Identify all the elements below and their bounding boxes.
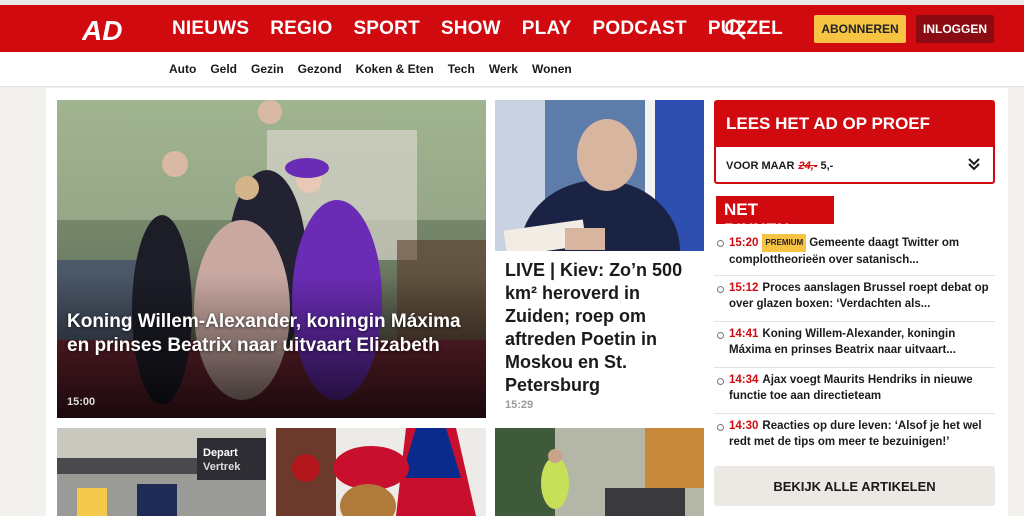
thumb-street-photo bbox=[495, 428, 704, 516]
bullet-circle-icon bbox=[717, 424, 724, 431]
bullet-circle-icon bbox=[717, 378, 724, 385]
subnav-wonen[interactable]: Wonen bbox=[532, 62, 572, 76]
main-nav: NIEUWS REGIO SPORT SHOW PLAY PODCAST PUZ… bbox=[172, 5, 804, 52]
item-time: 14:30 bbox=[729, 420, 759, 432]
promo-price: VOOR MAAR 24,- 5,- bbox=[726, 160, 833, 172]
subnav-auto[interactable]: Auto bbox=[169, 62, 196, 76]
item-time: 14:41 bbox=[729, 328, 759, 340]
subnav-gezond[interactable]: Gezond bbox=[298, 62, 342, 76]
search-icon[interactable] bbox=[724, 18, 746, 40]
list-item[interactable]: 14:34 Ajax voegt Maurits Hendriks in nieu… bbox=[714, 368, 995, 414]
promo-old-price: 24,- bbox=[798, 160, 818, 172]
subnav-koken-eten[interactable]: Koken & Eten bbox=[356, 62, 434, 76]
nav-sport[interactable]: SPORT bbox=[353, 18, 419, 40]
site-header: AD NIEUWS REGIO SPORT SHOW PLAY PODCAST … bbox=[0, 5, 1024, 52]
list-item[interactable]: 15:20 PREMIUM Gemeente daagt Twitter om co… bbox=[714, 230, 995, 276]
hero-article[interactable]: Koning Willem-Alexander, koningin Máxima… bbox=[57, 100, 486, 418]
subnav-geld[interactable]: Geld bbox=[210, 62, 237, 76]
list-item[interactable]: 14:41 Koning Willem-Alexander, koningin M… bbox=[714, 322, 995, 368]
thumb-paddington[interactable] bbox=[276, 428, 486, 516]
item-text: Ajax voegt Maurits Hendriks in nieuwe fu… bbox=[729, 374, 973, 402]
hero-headline: Koning Willem-Alexander, koningin Máxima… bbox=[67, 311, 461, 356]
bullet-circle-icon bbox=[717, 332, 724, 339]
promo-prefix: VOOR MAAR bbox=[726, 160, 795, 172]
thumb-airport[interactable]: Depart Vertrek bbox=[57, 428, 266, 516]
svg-text:Depart: Depart bbox=[203, 447, 238, 459]
subscribe-button[interactable]: ABONNEREN bbox=[814, 15, 906, 43]
nav-show[interactable]: SHOW bbox=[441, 18, 501, 40]
nav-nieuws[interactable]: NIEUWS bbox=[172, 18, 249, 40]
sub-nav: Auto Geld Gezin Gezond Koken & Eten Tech… bbox=[0, 52, 1024, 87]
chevron-double-down-icon[interactable] bbox=[966, 156, 982, 172]
item-text: Koning Willem-Alexander, koningin Máxima… bbox=[729, 328, 956, 356]
nav-play[interactable]: PLAY bbox=[522, 18, 572, 40]
list-item[interactable]: 14:30 Reacties op dure leven: ‘Alsof je h… bbox=[714, 414, 995, 460]
second-headline[interactable]: LIVE | Kiev: Zo’n 500 km² heroverd in Zu… bbox=[505, 259, 700, 397]
thumb-street[interactable] bbox=[495, 428, 704, 516]
svg-text:Vertrek: Vertrek bbox=[203, 461, 241, 473]
item-text: Proces aanslagen Brussel roept debat op … bbox=[729, 282, 989, 310]
item-time: 15:20 bbox=[729, 237, 759, 249]
bullet-circle-icon bbox=[717, 286, 724, 293]
ad-logo-text: AD bbox=[82, 15, 122, 43]
second-timestamp: 15:29 bbox=[505, 399, 534, 411]
item-time: 14:34 bbox=[729, 374, 759, 386]
second-article-image[interactable] bbox=[495, 100, 704, 251]
promo-title: LEES HET AD OP PROEF bbox=[716, 102, 993, 147]
net-binnen-list: 15:20 PREMIUM Gemeente daagt Twitter om co… bbox=[714, 230, 995, 460]
item-time: 15:12 bbox=[729, 282, 759, 294]
subnav-tech[interactable]: Tech bbox=[448, 62, 475, 76]
subnav-gezin[interactable]: Gezin bbox=[251, 62, 284, 76]
thumb-airport-photo: Depart Vertrek bbox=[57, 428, 266, 516]
list-item[interactable]: 15:12 Proces aanslagen Brussel roept deba… bbox=[714, 276, 995, 322]
ad-logo[interactable]: AD bbox=[82, 15, 126, 43]
subnav-werk[interactable]: Werk bbox=[489, 62, 518, 76]
trial-promo[interactable]: LEES HET AD OP PROEF VOOR MAAR 24,- 5,- bbox=[714, 100, 995, 184]
nav-podcast[interactable]: PODCAST bbox=[593, 18, 687, 40]
hero-photo bbox=[57, 100, 486, 418]
bullet-circle-icon bbox=[717, 240, 724, 247]
premium-badge: PREMIUM bbox=[762, 234, 807, 252]
item-text: Reacties op dure leven: ‘Alsof je het we… bbox=[729, 420, 982, 448]
second-photo bbox=[495, 100, 704, 251]
promo-new-price: 5,- bbox=[820, 160, 834, 172]
thumb-paddington-photo bbox=[276, 428, 486, 516]
nav-regio[interactable]: REGIO bbox=[270, 18, 332, 40]
hero-timestamp: 15:00 bbox=[67, 396, 96, 408]
login-button[interactable]: INLOGGEN bbox=[916, 15, 994, 43]
all-articles-button[interactable]: BEKIJK ALLE ARTIKELEN bbox=[714, 466, 995, 506]
net-binnen-title: NET BINNEN bbox=[716, 196, 834, 239]
